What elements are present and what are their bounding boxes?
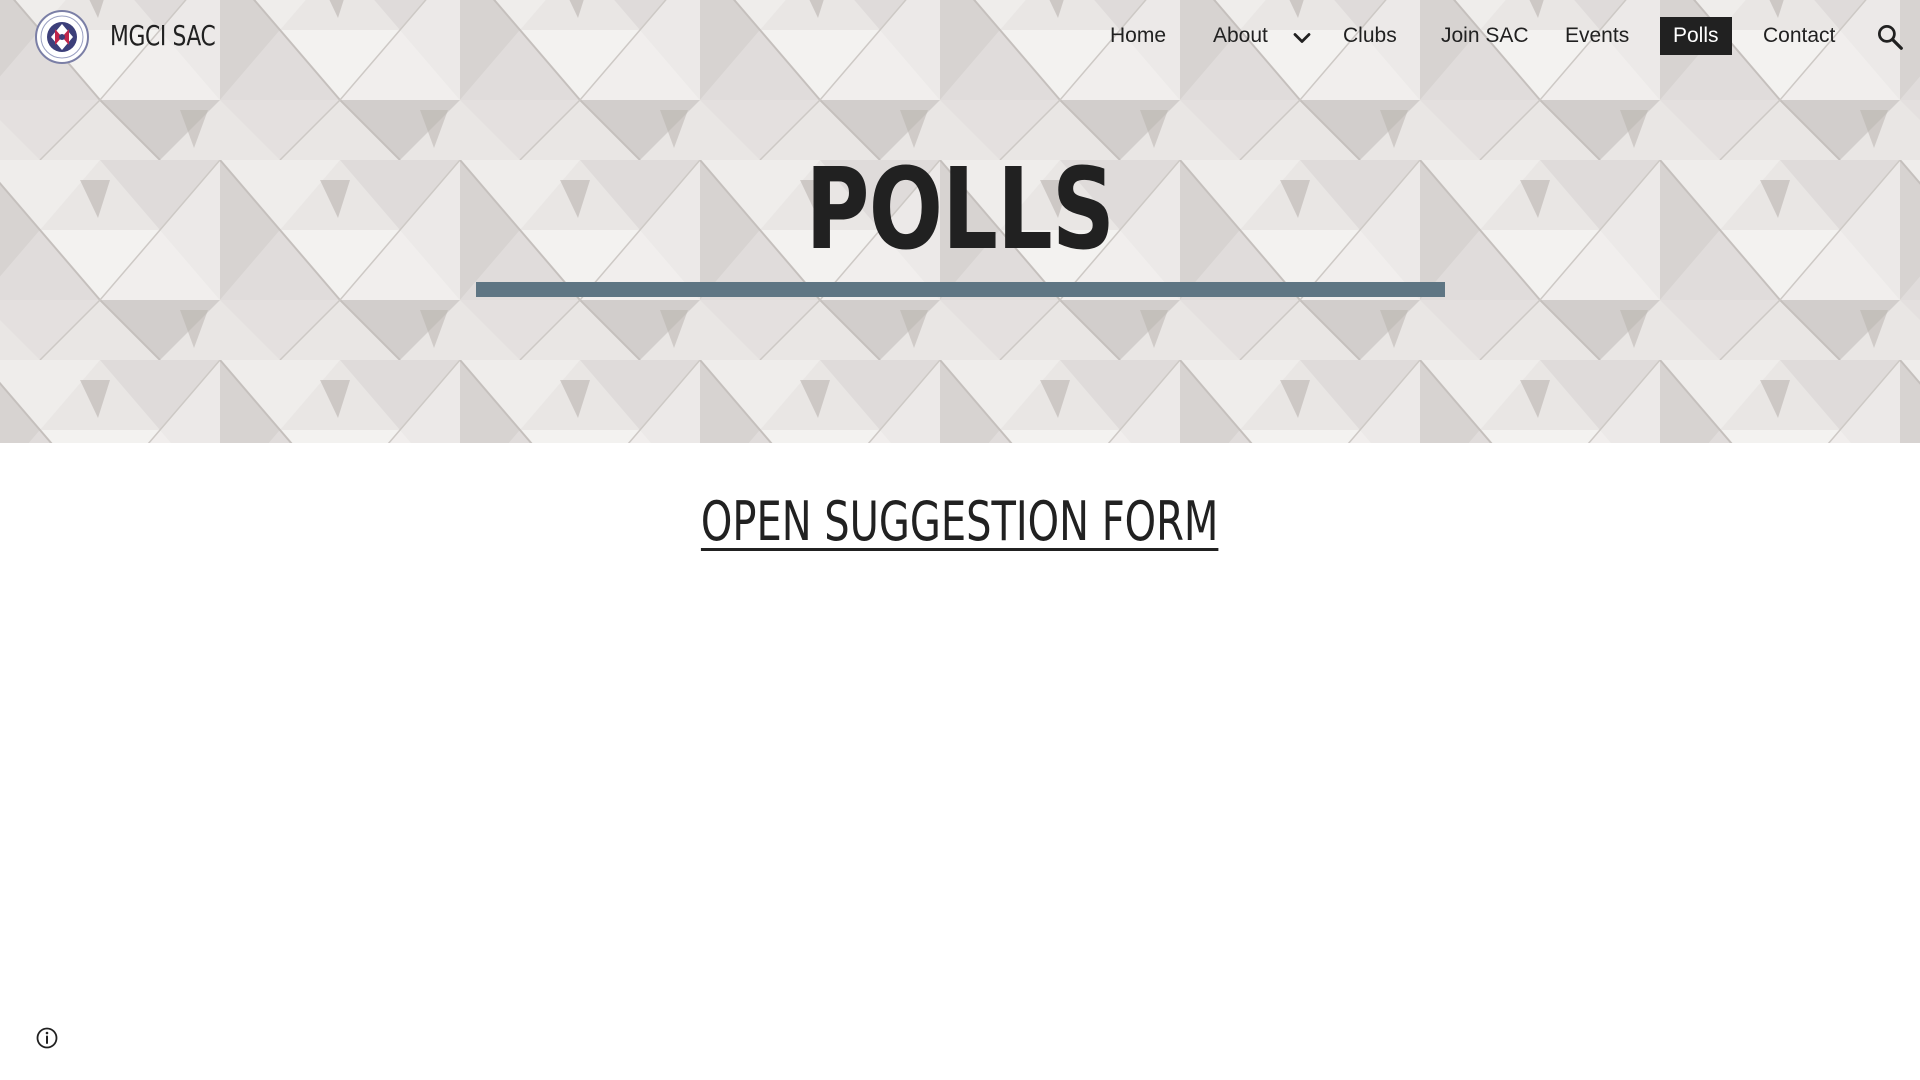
nav-item-clubs[interactable]: Clubs [1343,18,1397,54]
info-icon[interactable] [35,1026,59,1050]
nav-item-join-sac[interactable]: Join SAC [1441,18,1529,54]
hero-banner: MGCI SAC Home About Clubs Join SAC Event… [0,0,1920,443]
suggestion-form-section: OPEN SUGGESTION FORM [0,488,1920,556]
nav-item-about[interactable]: About [1213,18,1268,54]
site-title[interactable]: MGCI SAC [110,16,216,56]
open-suggestion-form-link[interactable]: OPEN SUGGESTION FORM [701,488,1218,556]
search-icon[interactable] [1875,22,1905,52]
school-logo[interactable] [34,9,90,65]
nav-item-events[interactable]: Events [1565,18,1629,54]
nav-item-polls[interactable]: Polls [1660,17,1732,55]
nav-item-contact[interactable]: Contact [1763,18,1835,54]
page-title-text: POLLS [805,145,1115,275]
page-title: POLLS [0,140,1920,280]
nav-item-home[interactable]: Home [1110,18,1166,54]
top-navigation: MGCI SAC Home About Clubs Join SAC Event… [0,0,1920,74]
chevron-down-icon[interactable] [1288,24,1316,52]
title-divider [476,282,1445,297]
